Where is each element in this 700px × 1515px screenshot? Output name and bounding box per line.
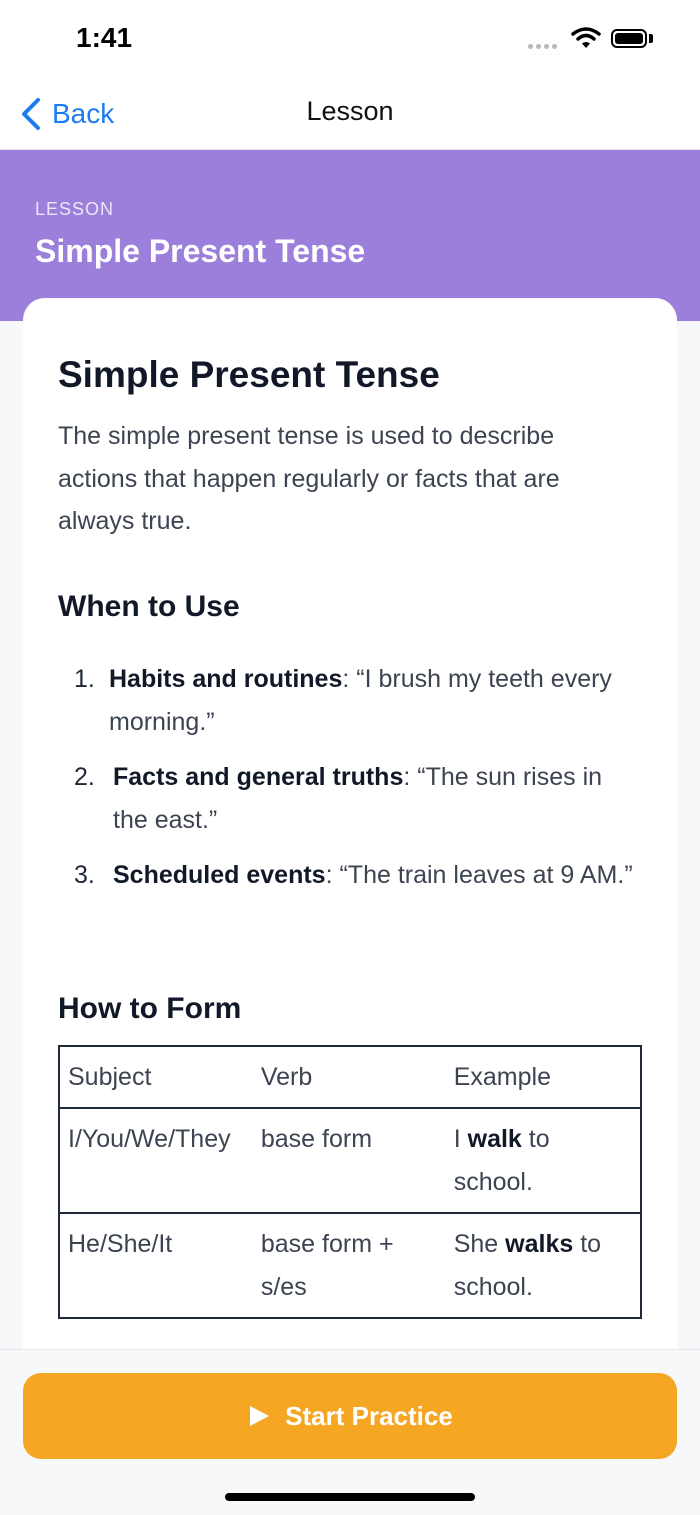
play-icon bbox=[250, 1406, 270, 1426]
battery-icon bbox=[611, 29, 647, 48]
how-to-form-heading: How to Form bbox=[58, 992, 242, 1025]
example-prefix: I bbox=[453, 1125, 468, 1153]
usage-term: Facts and general truths bbox=[113, 763, 404, 791]
subject-cell: I/You/We/They bbox=[68, 1125, 231, 1153]
lesson-content-card[interactable]: Simple Present Tense The simple present … bbox=[23, 298, 677, 1358]
example-cell: She walks to school. bbox=[445, 1212, 641, 1318]
usage-text: Scheduled events: “The train leaves at 9… bbox=[58, 854, 638, 897]
usage-text: Habits and routines: “I brush my teeth e… bbox=[58, 658, 638, 743]
usage-term: Habits and routines bbox=[109, 665, 343, 693]
usage-number: 2. bbox=[74, 763, 95, 791]
table-header-verb: Verb bbox=[252, 1046, 446, 1109]
example-prefix: She bbox=[453, 1230, 506, 1258]
usage-term: Scheduled events bbox=[113, 861, 326, 889]
usage-number: 3. bbox=[74, 861, 95, 889]
usage-number: 1. bbox=[74, 665, 95, 693]
lesson-title: Simple Present Tense bbox=[58, 354, 440, 395]
table-header-subject: Subject bbox=[59, 1046, 253, 1109]
usage-text: Facts and general truths: “The sun rises… bbox=[58, 756, 638, 841]
lesson-header: LESSON Simple Present Tense bbox=[0, 150, 700, 321]
example-verb: walk bbox=[467, 1125, 522, 1153]
page-title: Lesson bbox=[306, 96, 394, 126]
start-practice-label: Start Practice bbox=[285, 1400, 453, 1431]
home-indicator bbox=[225, 1493, 475, 1501]
usage-item: 1. Habits and routines: “I brush my teet… bbox=[58, 658, 638, 743]
table-header-example: Example bbox=[445, 1046, 641, 1109]
table-row: He/She/It base form + s/es She walks to … bbox=[59, 1212, 641, 1318]
status-time: 1:41 bbox=[76, 22, 133, 53]
battery-tip bbox=[649, 34, 653, 43]
usage-item: 2. Facts and general truths: “The sun ri… bbox=[58, 756, 638, 841]
usage-item: 3. Scheduled events: “The train leaves a… bbox=[58, 854, 638, 897]
subject-cell: He/She/It bbox=[59, 1212, 253, 1318]
example-cell: I walk to school. bbox=[446, 1108, 641, 1213]
lesson-header-title: Simple Present Tense bbox=[35, 233, 366, 269]
bottom-action-bar: Start Practice bbox=[0, 1349, 700, 1515]
verb-cell: base form bbox=[260, 1125, 373, 1153]
start-practice-button[interactable]: Start Practice bbox=[23, 1373, 677, 1459]
verb-cell: base form + s/es bbox=[252, 1212, 446, 1318]
status-bar: 1:41 bbox=[0, 0, 700, 78]
when-to-use-heading: When to Use bbox=[58, 590, 240, 623]
usage-list: 1. Habits and routines: “I brush my teet… bbox=[58, 658, 638, 910]
signal-dots-icon bbox=[528, 44, 557, 49]
usage-description: : “The train leaves at 9 AM.” bbox=[325, 861, 633, 889]
navigation-bar: Back Lesson bbox=[0, 78, 700, 150]
lesson-kicker: LESSON bbox=[35, 199, 115, 219]
formation-table: Subject Verb Example I/You/We/They base … bbox=[58, 1045, 642, 1319]
wifi-icon bbox=[571, 27, 601, 48]
example-verb: walks bbox=[505, 1230, 574, 1258]
table-header-row: Subject Verb Example bbox=[59, 1046, 641, 1109]
table-row: I/You/We/They base form I walk to school… bbox=[59, 1108, 641, 1213]
lesson-intro: The simple present tense is used to desc… bbox=[58, 422, 560, 535]
